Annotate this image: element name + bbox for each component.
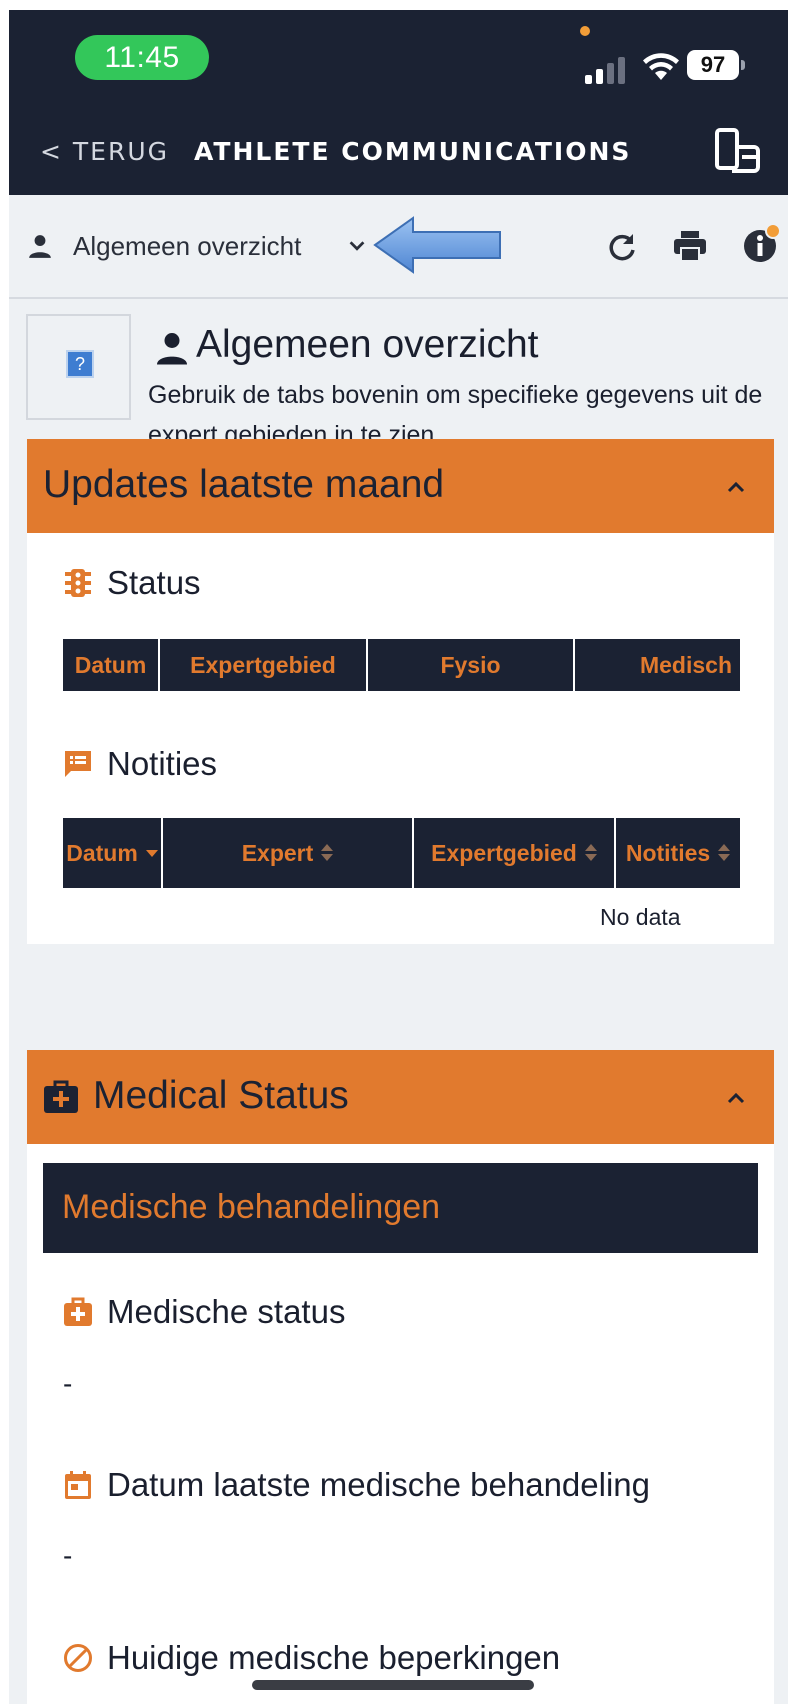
medical-status-card: Medical Status Medische behandelingen Me… <box>27 1050 774 1704</box>
status-section-title: Status <box>107 564 201 601</box>
status-table-header: Datum Expertgebied Fysio Medisch <box>63 639 740 691</box>
calendar-icon <box>65 1471 91 1499</box>
back-button[interactable]: < TERUG <box>40 137 169 166</box>
medical-bag-icon <box>64 1297 92 1326</box>
cellular-signal-icon <box>585 56 631 84</box>
notes-icon <box>65 751 91 777</box>
field-label-current-restrictions: Huidige medische beperkingen <box>107 1639 561 1676</box>
column-header-datum[interactable]: Datum <box>63 818 163 888</box>
treatments-banner-title: Medische behandelingen <box>62 1188 441 1226</box>
column-header-expertgebied[interactable]: Expertgebied <box>414 818 616 888</box>
field-label-medical-status: Medische status <box>107 1293 346 1330</box>
column-header-datum[interactable]: Datum <box>63 639 160 691</box>
column-header-notities-label: Notities <box>625 839 711 866</box>
field-value-last-treatment-date: - <box>63 1540 73 1571</box>
privacy-indicator-dot <box>580 26 590 36</box>
switch-device-icon[interactable] <box>714 127 764 177</box>
column-header-expert-label: Expert <box>241 839 314 866</box>
sort-descending-icon <box>145 849 158 857</box>
column-header-notities[interactable]: Notities <box>616 818 740 888</box>
home-indicator[interactable] <box>252 1680 534 1690</box>
overview-title: Algemeen overzicht <box>196 323 539 366</box>
athlete-photo-placeholder: ? <box>26 314 131 420</box>
page-title: ATHLETE COMMUNICATIONS <box>194 137 632 166</box>
treatments-banner: Medische behandelingen <box>43 1163 758 1253</box>
person-icon <box>29 235 51 258</box>
view-toolbar: Algemeen overzicht <box>9 195 788 299</box>
updates-card-header[interactable]: Updates laatste maand <box>27 439 774 533</box>
updates-card: Updates laatste maand Status Datum Exper… <box>27 439 774 944</box>
updates-card-title: Updates laatste maand <box>43 463 445 506</box>
battery-icon: 97 <box>687 50 745 80</box>
refresh-icon[interactable] <box>606 231 638 263</box>
app-screen: 11:45 97 < TERUG ATHLETE COMMUNICATIONS … <box>9 10 788 1704</box>
traffic-light-icon <box>65 569 91 597</box>
chevron-up-icon[interactable] <box>724 475 748 499</box>
chevron-up-icon[interactable] <box>724 1086 748 1110</box>
column-header-expertgebied[interactable]: Expertgebied <box>160 639 368 691</box>
notes-table-header: Datum Expert Expertgebied Notities <box>63 818 740 888</box>
status-time: 11:45 <box>75 35 209 80</box>
medical-card-title: Medical Status <box>93 1074 349 1117</box>
medical-bag-icon <box>44 1080 78 1113</box>
print-icon[interactable] <box>673 229 707 263</box>
column-header-medisch[interactable]: Medisch <box>575 639 740 691</box>
column-header-expert[interactable]: Expert <box>163 818 414 888</box>
view-selector-label[interactable]: Algemeen overzicht <box>73 231 301 262</box>
sort-icon <box>718 844 731 862</box>
notes-section-title: Notities <box>107 745 218 782</box>
column-header-expertgebied-label: Expertgebied <box>431 839 577 866</box>
ban-icon <box>64 1644 92 1672</box>
missing-image-icon: ? <box>66 350 94 378</box>
sort-icon <box>321 844 334 862</box>
sort-icon <box>584 844 597 862</box>
column-header-datum-label: Datum <box>66 839 138 866</box>
wifi-icon <box>643 53 679 80</box>
empty-table-message: No data <box>600 904 681 930</box>
person-icon <box>157 333 187 365</box>
notification-dot <box>765 223 781 239</box>
chevron-down-icon[interactable] <box>346 235 368 257</box>
column-header-fysio[interactable]: Fysio <box>368 639 575 691</box>
top-bar: 11:45 97 < TERUG ATHLETE COMMUNICATIONS <box>9 10 788 195</box>
annotation-arrow <box>373 216 501 274</box>
field-value-medical-status: - <box>63 1368 73 1399</box>
medical-card-header[interactable]: Medical Status <box>27 1050 774 1144</box>
field-label-last-treatment-date: Datum laatste medische behandeling <box>107 1466 651 1503</box>
